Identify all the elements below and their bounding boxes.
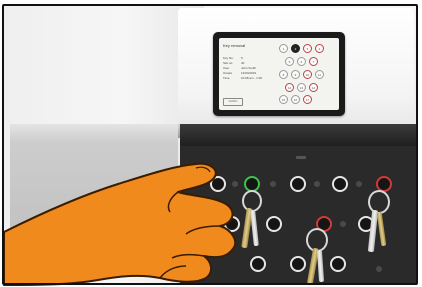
touchscreen[interactable]: Key removal Key No. 5 Slot no. 40 User J…: [219, 38, 339, 110]
slot-led: [232, 181, 238, 187]
slot-button[interactable]: 15: [279, 95, 288, 104]
key: [250, 209, 259, 247]
info-row: Time 10:08 am - 1:00: [223, 76, 269, 81]
slot-button[interactable]: 2: [291, 44, 300, 53]
info-label: Time: [223, 76, 230, 80]
slot-button[interactable]: 3: [303, 44, 312, 53]
key: [316, 249, 325, 283]
slot-button[interactable]: 9: [291, 70, 300, 79]
slot-led: [270, 181, 276, 187]
slot-led: [376, 266, 382, 272]
slot-button[interactable]: 10: [303, 70, 312, 79]
key-slot[interactable]: [330, 256, 346, 272]
key-slot[interactable]: [290, 256, 306, 272]
slot-button[interactable]: 13: [297, 83, 306, 92]
key-cabinet-scene: Key removal Key No. 5 Slot no. 40 User J…: [0, 0, 422, 287]
panel-lip: [180, 124, 416, 146]
touchscreen-bezel: Key removal Key No. 5 Slot no. 40 User J…: [213, 32, 345, 116]
slot-button[interactable]: 7: [309, 57, 318, 66]
info-value: 10:08 am - 1:00: [241, 76, 263, 80]
panel-indicator: [296, 156, 306, 159]
side-cabinet-door: [10, 124, 178, 274]
slot-button[interactable]: 1: [279, 44, 288, 53]
key-slot[interactable]: [210, 176, 226, 192]
key-slot[interactable]: [266, 216, 282, 232]
slot-button[interactable]: 6: [297, 57, 306, 66]
slot-button[interactable]: 11: [315, 70, 324, 79]
key-slot[interactable]: [250, 256, 266, 272]
key-slot[interactable]: [224, 216, 240, 232]
slot-selector-grid: 1 2 3 4 5 6 7 8 9 10 11 12 13 14 15 16 1…: [275, 42, 335, 106]
key-slot-panel: [180, 124, 416, 283]
screen-title: Key removal: [223, 43, 246, 48]
key-slot[interactable]: [290, 176, 306, 192]
slot-button[interactable]: 16: [291, 95, 300, 104]
slot-button[interactable]: 14: [309, 83, 318, 92]
slot-led: [340, 221, 346, 227]
slot-button[interactable]: 8: [279, 70, 288, 79]
slot-button[interactable]: 12: [285, 83, 294, 92]
key-info-list: Key No. 5 Slot no. 40 User John Smith Ou…: [223, 56, 269, 81]
slot-button[interactable]: 5: [285, 57, 294, 66]
slot-button[interactable]: 17: [303, 95, 312, 104]
wall-background: Key removal Key No. 5 Slot no. 40 User J…: [4, 6, 416, 283]
side-door-highlight: [10, 124, 178, 142]
confirm-button[interactable]: Confirm: [223, 98, 243, 106]
slot-button[interactable]: 4: [315, 44, 324, 53]
slot-led: [314, 181, 320, 187]
slot-led: [356, 181, 362, 187]
key-slot[interactable]: [332, 176, 348, 192]
key: [376, 211, 387, 247]
